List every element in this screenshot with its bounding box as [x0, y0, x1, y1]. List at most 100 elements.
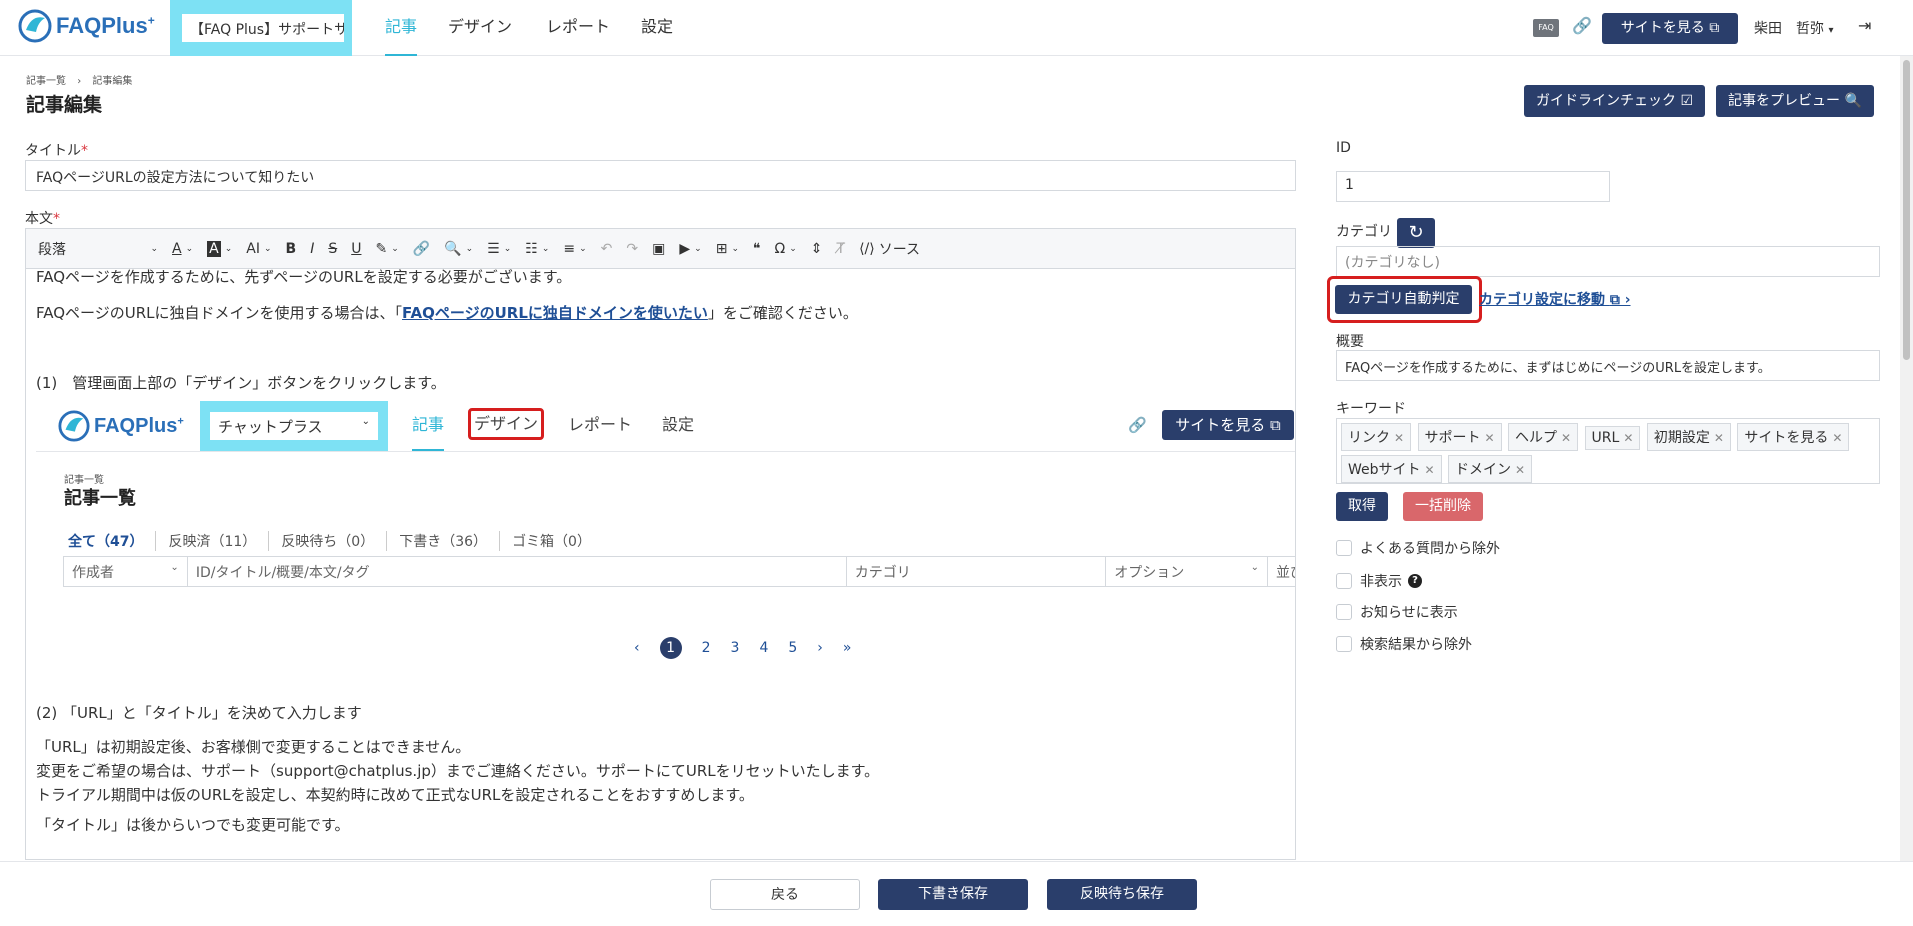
help-icon[interactable]: ?	[1408, 574, 1422, 588]
id-label: ID	[1336, 140, 1351, 156]
save-draft-button[interactable]: 下書き保存	[878, 879, 1028, 910]
keyword-input[interactable]: リンク ✕ サポート ✕ ヘルプ ✕ URL ✕ 初期設定 ✕ サイトを見る ✕ Webサイ…	[1336, 418, 1880, 484]
keyword-tag[interactable]: URL ✕	[1584, 426, 1641, 450]
checkbox[interactable]	[1336, 540, 1352, 556]
remove-icon[interactable]: ✕	[1485, 431, 1495, 445]
source-icon: ⟨/⟩	[859, 240, 875, 257]
image-icon[interactable]: ▣	[652, 241, 665, 257]
numbered-list-icon[interactable]: ☷ ⌄	[525, 241, 549, 257]
nav-articles[interactable]: 記事	[385, 0, 418, 56]
nav-settings[interactable]: 設定	[641, 0, 673, 56]
font-color-icon[interactable]: A ⌄	[172, 241, 193, 257]
source-button[interactable]: ⟨/⟩ ソース	[859, 239, 920, 259]
remove-icon[interactable]: ✕	[1561, 431, 1571, 445]
page-title: 記事編集	[26, 94, 103, 116]
view-site-button[interactable]: サイトを見る ⧉	[1602, 13, 1738, 44]
checkbox[interactable]	[1336, 604, 1352, 620]
logout-icon[interactable]: ⇥	[1858, 16, 1871, 35]
external-link-icon: ⧉	[1709, 20, 1720, 36]
embedded-tab-draft: 下書き（36）	[399, 531, 501, 551]
embedded-site-button: サイトを見る ⧉	[1162, 410, 1294, 440]
remove-icon[interactable]: ✕	[1714, 431, 1724, 445]
link-icon[interactable]: 🔗	[413, 241, 430, 257]
exclude-search-checkbox[interactable]: 検索結果から除外	[1336, 634, 1472, 654]
keyword-tag[interactable]: サポート ✕	[1417, 423, 1502, 451]
auto-category-button[interactable]: カテゴリ自動判定	[1335, 285, 1472, 314]
rich-text-editor[interactable]: 段落 ⌄ A ⌄ A ⌄ AI ⌄ B I S U ✎ ⌄ 🔗 🔍 ⌄ ☰ ⌄ ☷ ⌄ ≡ ⌄ ↶…	[25, 228, 1296, 860]
strikethrough-icon[interactable]: S	[328, 241, 337, 257]
redo-icon[interactable]: ↷	[626, 241, 638, 257]
breadcrumb-article-list[interactable]: 記事一覧	[26, 76, 66, 87]
keyword-tag[interactable]: ドメイン ✕	[1448, 455, 1533, 483]
font-size-icon[interactable]: AI ⌄	[246, 241, 271, 257]
title-input[interactable]: FAQページURLの設定方法について知りたい	[25, 160, 1296, 191]
page-break-icon[interactable]: ⇕	[811, 241, 823, 257]
keyword-tag[interactable]: Webサイト ✕	[1341, 455, 1442, 483]
keyword-tag[interactable]: リンク ✕	[1341, 423, 1412, 451]
footer-actions: 戻る 下書き保存 反映待ち保存	[0, 861, 1913, 926]
find-replace-icon[interactable]: 🔍 ⌄	[444, 241, 473, 257]
editor-content[interactable]: FAQページを作成するために、先ずページのURLを設定する必要がございます。 F…	[26, 265, 1295, 837]
last-icon: »	[842, 640, 852, 656]
page-1: 1	[659, 637, 682, 659]
scrollbar-thumb[interactable]	[1903, 60, 1910, 360]
site-selector-value[interactable]: 【FAQ Plus】サポートサイト	[182, 14, 344, 42]
category-settings-link[interactable]: カテゴリ設定に移動 ⧉ ›	[1479, 289, 1631, 309]
underline-icon[interactable]: U	[351, 241, 361, 257]
paragraph-format-select[interactable]: 段落 ⌄	[38, 239, 158, 259]
remove-icon[interactable]: ✕	[1515, 463, 1525, 477]
scrollbar[interactable]	[1900, 56, 1913, 926]
save-pending-button[interactable]: 反映待ち保存	[1047, 879, 1197, 910]
remove-icon[interactable]: ✕	[1623, 431, 1633, 445]
nav-report[interactable]: レポート	[546, 0, 610, 56]
category-label: カテゴリ	[1336, 224, 1392, 240]
bulk-delete-button[interactable]: 一括削除	[1403, 492, 1483, 521]
remove-icon[interactable]: ✕	[1425, 463, 1435, 477]
align-icon[interactable]: ≡ ⌄	[563, 241, 586, 257]
body-paragraph: FAQページを作成するために、先ずページのURLを設定する必要がございます。	[36, 268, 572, 286]
hidden-checkbox[interactable]: 非表示?	[1336, 571, 1422, 591]
bulleted-list-icon[interactable]: ☰ ⌄	[487, 241, 511, 257]
preview-button[interactable]: 記事をプレビュー 🔍	[1716, 85, 1874, 117]
user-menu[interactable]: 柴田 哲弥 ▾	[1754, 18, 1833, 38]
background-color-icon[interactable]: A ⌄	[207, 240, 232, 257]
guideline-check-button[interactable]: ガイドラインチェック ☑	[1524, 85, 1706, 117]
keyword-tag[interactable]: ヘルプ ✕	[1508, 423, 1579, 451]
keyword-tag[interactable]: サイトを見る ✕	[1737, 423, 1850, 451]
body-paragraph: 「URL」は初期設定後、お客様側で変更することはできません。	[36, 738, 471, 756]
fetch-keywords-button[interactable]: 取得	[1336, 492, 1388, 521]
table-icon[interactable]: ⊞ ⌄	[716, 241, 739, 257]
undo-icon[interactable]: ↶	[601, 241, 613, 257]
site-selector[interactable]: 【FAQ Plus】サポートサイト	[170, 0, 352, 56]
clear-format-icon[interactable]: T̸	[837, 241, 846, 257]
embedded-site-select: チャットプラス ⌄	[200, 401, 388, 451]
special-char-icon[interactable]: Ω ⌄	[775, 241, 797, 257]
remove-icon[interactable]: ✕	[1832, 431, 1842, 445]
category-input[interactable]: (カテゴリなし)	[1336, 246, 1880, 277]
prev-icon: ‹	[634, 640, 640, 656]
keyword-tag[interactable]: 初期設定 ✕	[1646, 423, 1731, 451]
summary-input[interactable]: FAQページを作成するために、まずはじめにページのURLを設定します。	[1336, 350, 1880, 381]
back-button[interactable]: 戻る	[710, 879, 860, 910]
id-input[interactable]: 1	[1336, 171, 1610, 202]
logo[interactable]: FAQPlus+	[18, 8, 155, 44]
nav-design[interactable]: デザイン	[448, 0, 512, 56]
checkbox[interactable]	[1336, 573, 1352, 589]
link-icon[interactable]: 🔗	[1572, 16, 1592, 35]
exclude-faq-checkbox[interactable]: よくある質問から除外	[1336, 538, 1500, 558]
faq-icon[interactable]: FAQ	[1533, 19, 1559, 37]
embedded-tab-pending: 反映待ち（0）	[281, 531, 388, 551]
dolphin-logo-icon	[18, 9, 52, 43]
bold-icon[interactable]: B	[286, 241, 297, 257]
external-link-icon: ⧉ ›	[1609, 292, 1631, 308]
italic-icon[interactable]: I	[310, 241, 314, 257]
next-icon: ›	[817, 640, 823, 656]
checkbox[interactable]	[1336, 636, 1352, 652]
show-in-news-checkbox[interactable]: お知らせに表示	[1336, 602, 1458, 622]
refresh-category-button[interactable]: ↻	[1397, 218, 1435, 248]
highlight-icon[interactable]: ✎ ⌄	[375, 241, 398, 257]
remove-icon[interactable]: ✕	[1394, 431, 1404, 445]
quote-icon[interactable]: ❝	[753, 241, 761, 257]
custom-domain-link[interactable]: FAQページのURLに独自ドメインを使いたい	[402, 304, 708, 322]
media-icon[interactable]: ▶ ⌄	[679, 241, 701, 257]
